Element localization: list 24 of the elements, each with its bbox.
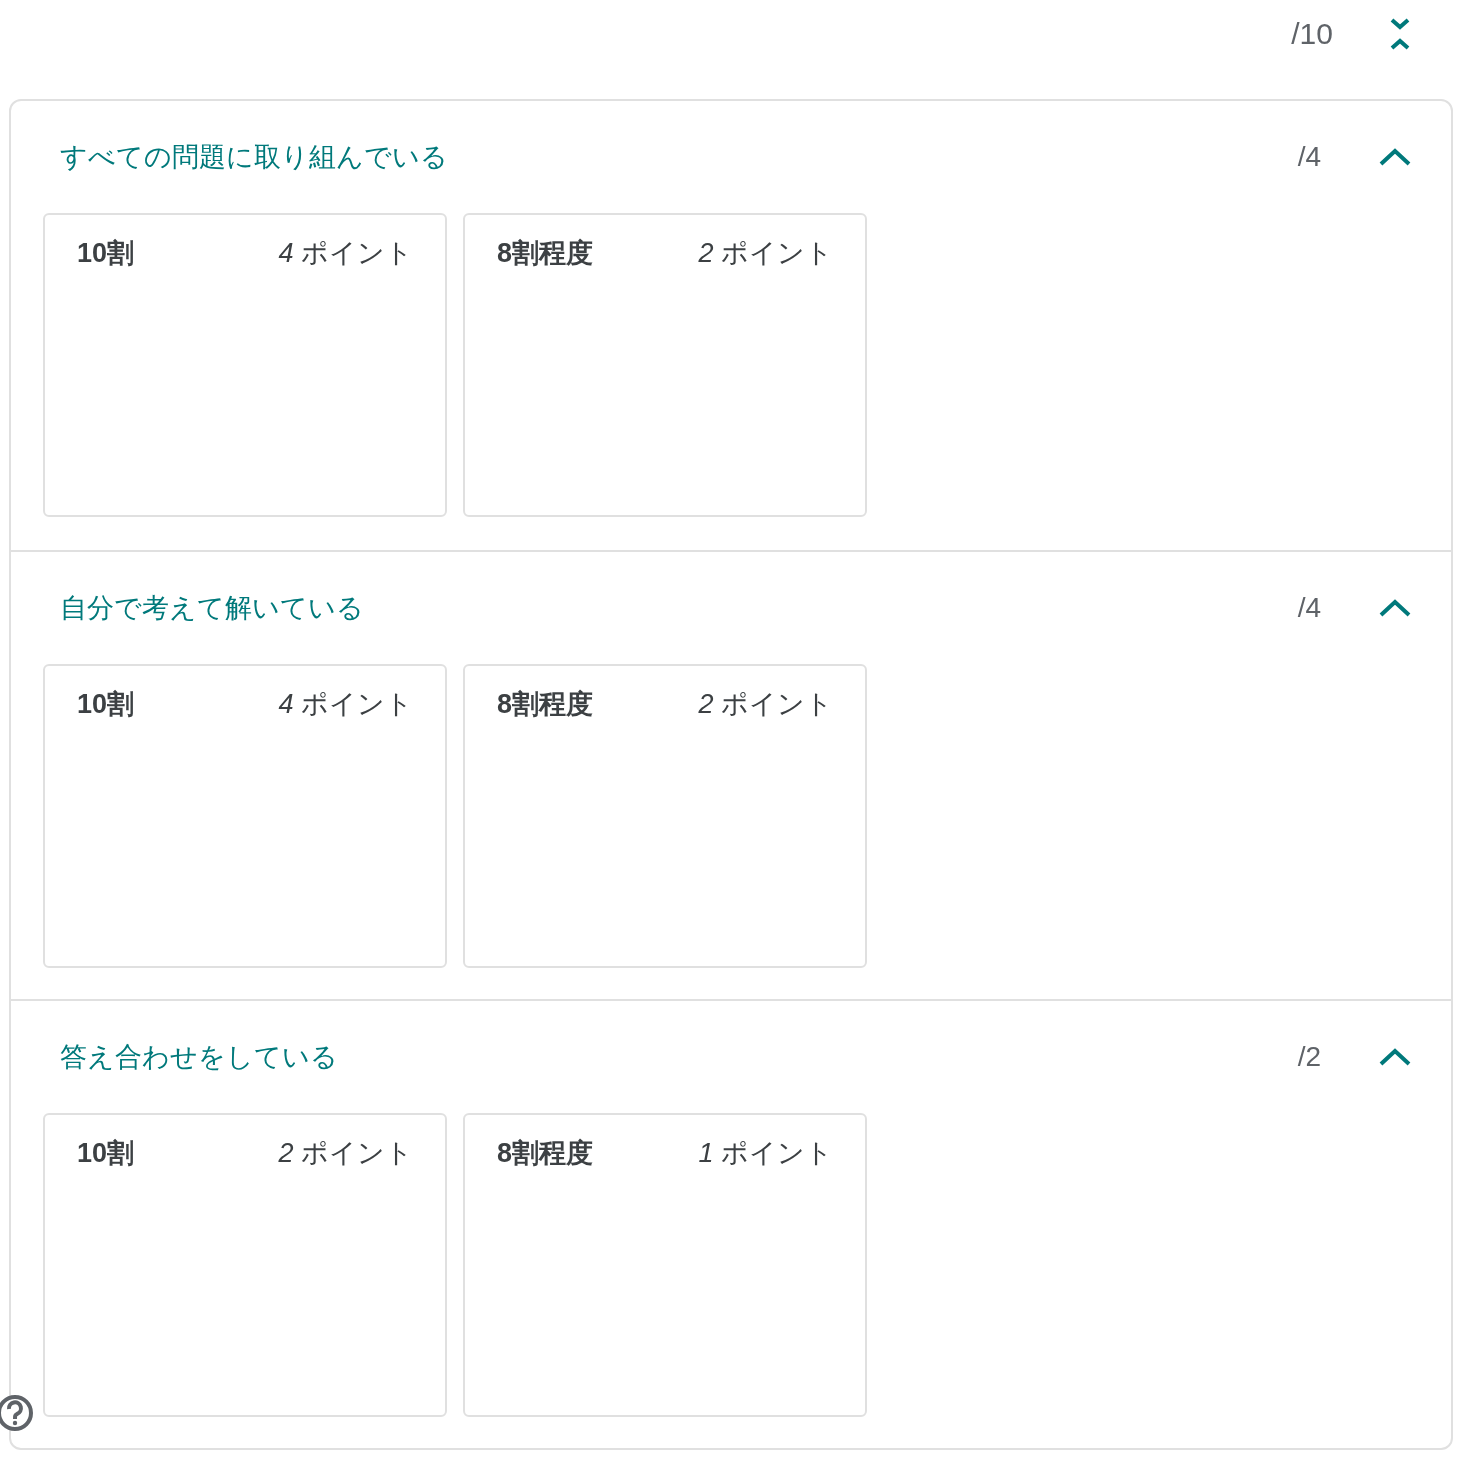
chevron-up-icon (1378, 1047, 1412, 1067)
level-label: 8割程度 (497, 1137, 594, 1170)
level-label: 8割程度 (497, 237, 594, 270)
collapse-icon (1389, 17, 1411, 51)
level-points: 2 ポイント (698, 688, 833, 721)
criterion-score: /4 (1297, 591, 1321, 625)
criterion-title: すべての問題に取り組んでいる (60, 140, 449, 174)
chevron-up-icon (1378, 147, 1412, 167)
criterion-title: 自分で考えて解いている (60, 591, 365, 625)
help-icon[interactable] (0, 1394, 34, 1432)
level-points: 2 ポイント (278, 1137, 413, 1170)
level-label: 10割 (77, 237, 135, 270)
level-points: 4 ポイント (278, 237, 413, 270)
criterion-title: 答え合わせをしている (60, 1040, 339, 1074)
criterion-score: /2 (1297, 1040, 1321, 1074)
level-label: 10割 (77, 688, 135, 721)
criterion-score: /4 (1297, 140, 1321, 174)
level-points: 2 ポイント (698, 237, 833, 270)
level-label: 10割 (77, 1137, 135, 1170)
level-points: 4 ポイント (278, 688, 413, 721)
total-score: /10 (1291, 16, 1333, 52)
chevron-up-icon (1378, 598, 1412, 618)
level-label: 8割程度 (497, 688, 594, 721)
level-points: 1 ポイント (698, 1137, 833, 1170)
